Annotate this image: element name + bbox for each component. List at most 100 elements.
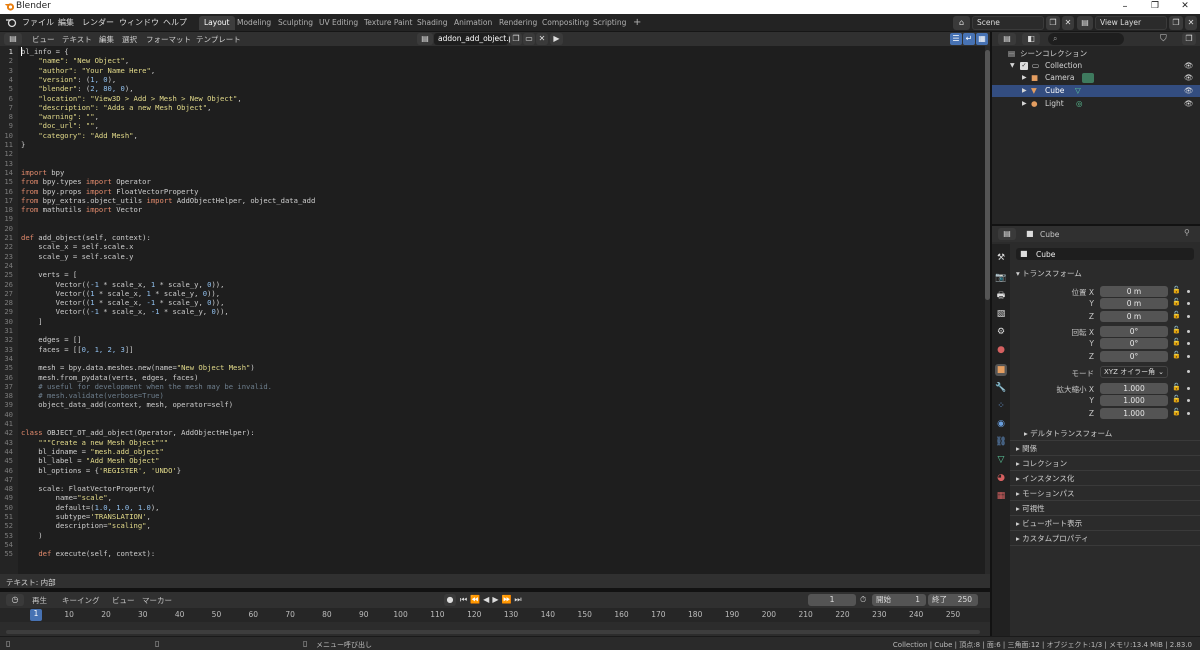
checkbox-icon[interactable]: ✓ [1020, 62, 1028, 70]
output-tab-icon[interactable]: 🖶 [995, 290, 1007, 302]
view-layer-field[interactable]: View Layer [1095, 16, 1167, 30]
outliner-search-icon[interactable]: ⌕ [1048, 33, 1124, 45]
current-frame-field[interactable]: 1 [808, 594, 856, 606]
menu-view[interactable]: ビュー [32, 34, 55, 45]
scale-z-field[interactable]: 1.000 [1100, 408, 1168, 419]
blender-menu-icon[interactable] [5, 17, 17, 28]
open-text-icon[interactable]: ▭ [523, 33, 535, 45]
menu-help[interactable]: ヘルプ [163, 17, 187, 28]
add-workspace-button[interactable]: + [628, 16, 646, 30]
constraints-tab-icon[interactable]: ⛓ [995, 436, 1007, 448]
expand-arrow-icon[interactable]: ▼ [1010, 60, 1015, 72]
syntax-highlight-toggle-icon[interactable]: ▦ [976, 33, 988, 45]
tab-shading[interactable]: Shading [412, 16, 452, 30]
auto-keying-icon[interactable]: ● [444, 594, 456, 606]
rotation-mode-dropdown[interactable]: XYZ オイラー角 ⌄ [1100, 366, 1168, 378]
view-layer-browse-icon[interactable]: ▤ [1077, 16, 1093, 30]
line-numbers-toggle-icon[interactable]: ☰ [950, 33, 962, 45]
editor-type-icon[interactable]: ▤ [4, 33, 22, 45]
lock-icon[interactable]: 🔓 [1172, 351, 1181, 359]
location-y-field[interactable]: 0 m [1100, 298, 1168, 309]
data-tab-icon[interactable]: ▽ [995, 454, 1007, 466]
timeline-ruler[interactable]: 1 10 20 30 40 50 60 70 80 90 100 110 120 130 140 150 160… [0, 608, 990, 622]
minimize-button[interactable]: – [1110, 0, 1140, 14]
code-text-area[interactable]: bl_info = { "name": "New Object", "autho… [18, 46, 985, 574]
scene-field[interactable]: Scene [972, 16, 1044, 30]
new-scene-icon[interactable]: ❐ [1046, 16, 1060, 30]
text-filename-field[interactable]: addon_add_object.py [434, 33, 518, 45]
menu-render[interactable]: レンダー [82, 17, 114, 28]
lock-icon[interactable]: 🔓 [1172, 311, 1181, 319]
keyframe-dot-icon[interactable] [1187, 399, 1190, 402]
menu-window[interactable]: ウィンドウ [119, 17, 159, 28]
lock-icon[interactable]: 🔓 [1172, 298, 1181, 306]
timeline-scrollbar[interactable] [6, 630, 980, 634]
physics-tab-icon[interactable]: ◉ [995, 418, 1007, 430]
visibility-eye-icon[interactable]: 👁 [1184, 72, 1194, 84]
playback-controls[interactable]: ⏮⏪◀▶⏩⏭ [460, 594, 532, 606]
timeline-body[interactable] [0, 622, 990, 636]
word-wrap-toggle-icon[interactable]: ↵ [963, 33, 975, 45]
menu-marker[interactable]: マーカー [142, 595, 172, 606]
scene-browse-icon[interactable]: ⌂ [953, 16, 970, 30]
keyframe-dot-icon[interactable] [1187, 387, 1190, 390]
unlink-text-icon[interactable]: ✕ [536, 33, 548, 45]
particles-tab-icon[interactable]: ⁘ [995, 400, 1007, 412]
lock-icon[interactable]: 🔓 [1172, 395, 1181, 403]
visibility-eye-icon[interactable]: 👁 [1184, 60, 1194, 72]
menu-text[interactable]: テキスト [62, 34, 92, 45]
maximize-button[interactable]: ❐ [1140, 0, 1170, 14]
keyframe-dot-icon[interactable] [1187, 412, 1190, 415]
lock-icon[interactable]: 🔓 [1172, 383, 1181, 391]
keyframe-dot-icon[interactable] [1187, 330, 1190, 333]
keyframe-dot-icon[interactable] [1187, 302, 1190, 305]
menu-timeline-view[interactable]: ビュー [112, 595, 135, 606]
object-tab-icon[interactable]: ■ [995, 364, 1007, 376]
tab-scripting[interactable]: Scripting [588, 16, 631, 30]
location-x-field[interactable]: 0 m [1100, 286, 1168, 297]
pin-icon[interactable]: ⚲ [1184, 228, 1190, 237]
collapsed-panel[interactable]: ▸ モーションパス [1016, 488, 1194, 499]
outliner-row-cube[interactable]: ▶ ▼ Cube ▽ 👁 [992, 85, 1200, 97]
rotation-y-field[interactable]: 0° [1100, 338, 1168, 349]
collapsed-panel[interactable]: ▸ コレクション [1016, 458, 1194, 469]
tab-compositing[interactable]: Compositing [537, 16, 594, 30]
menu-select[interactable]: 選択 [122, 34, 137, 45]
tab-animation[interactable]: Animation [449, 16, 497, 30]
scale-y-field[interactable]: 1.000 [1100, 395, 1168, 406]
outliner-editor-type-icon[interactable]: ▤ [998, 33, 1016, 45]
transform-panel-header[interactable]: ▾ トランスフォーム [1016, 268, 1082, 279]
preview-range-icon[interactable]: ⏱ [860, 594, 870, 606]
properties-editor-type-icon[interactable]: ▤ [998, 228, 1016, 240]
keyframe-dot-icon[interactable] [1187, 370, 1190, 373]
delete-scene-icon[interactable]: ✕ [1062, 16, 1074, 30]
menu-file[interactable]: ファイル [22, 17, 54, 28]
collapsed-panel[interactable]: ▸ 関係 [1016, 443, 1194, 454]
collapsed-panel[interactable]: ▸ インスタンス化 [1016, 473, 1194, 484]
keyframe-dot-icon[interactable] [1187, 355, 1190, 358]
keyframe-dot-icon[interactable] [1187, 342, 1190, 345]
tab-texture-paint[interactable]: Texture Paint [359, 16, 417, 30]
delete-view-layer-icon[interactable]: ✕ [1185, 16, 1197, 30]
outliner-row-scene-collection[interactable]: ▤ シーンコレクション [992, 48, 1200, 60]
lock-icon[interactable]: 🔓 [1172, 286, 1181, 294]
delta-transform-panel[interactable]: ▸ デルタトランスフォーム [1024, 428, 1112, 439]
collapsed-panel[interactable]: ▸ ビューポート表示 [1016, 518, 1194, 529]
timeline-editor-type-icon[interactable]: ◷ [6, 594, 24, 606]
tab-modeling[interactable]: Modeling [232, 16, 276, 30]
collapsed-panel[interactable]: ▸ 可視性 [1016, 503, 1194, 514]
menu-templates[interactable]: テンプレート [196, 34, 241, 45]
keyframe-dot-icon[interactable] [1187, 290, 1190, 293]
rotation-x-field[interactable]: 0° [1100, 326, 1168, 337]
menu-keying[interactable]: キーイング [62, 595, 100, 606]
tab-sculpting[interactable]: Sculpting [273, 16, 318, 30]
outliner-row-collection[interactable]: ▼ ✓ ▭ Collection 👁 [992, 60, 1200, 72]
end-frame-field[interactable]: 終了 250 [928, 594, 978, 606]
lock-icon[interactable]: 🔓 [1172, 408, 1181, 416]
collapsed-panel[interactable]: ▸ カスタムプロパティ [1016, 533, 1194, 544]
menu-playback[interactable]: 再生 [32, 595, 47, 606]
run-script-icon[interactable]: ▶ [550, 33, 563, 45]
tab-uv-editing[interactable]: UV Editing [314, 16, 363, 30]
texture-tab-icon[interactable]: ▦ [995, 490, 1007, 502]
tool-tab-icon[interactable]: ⚒ [995, 252, 1007, 264]
